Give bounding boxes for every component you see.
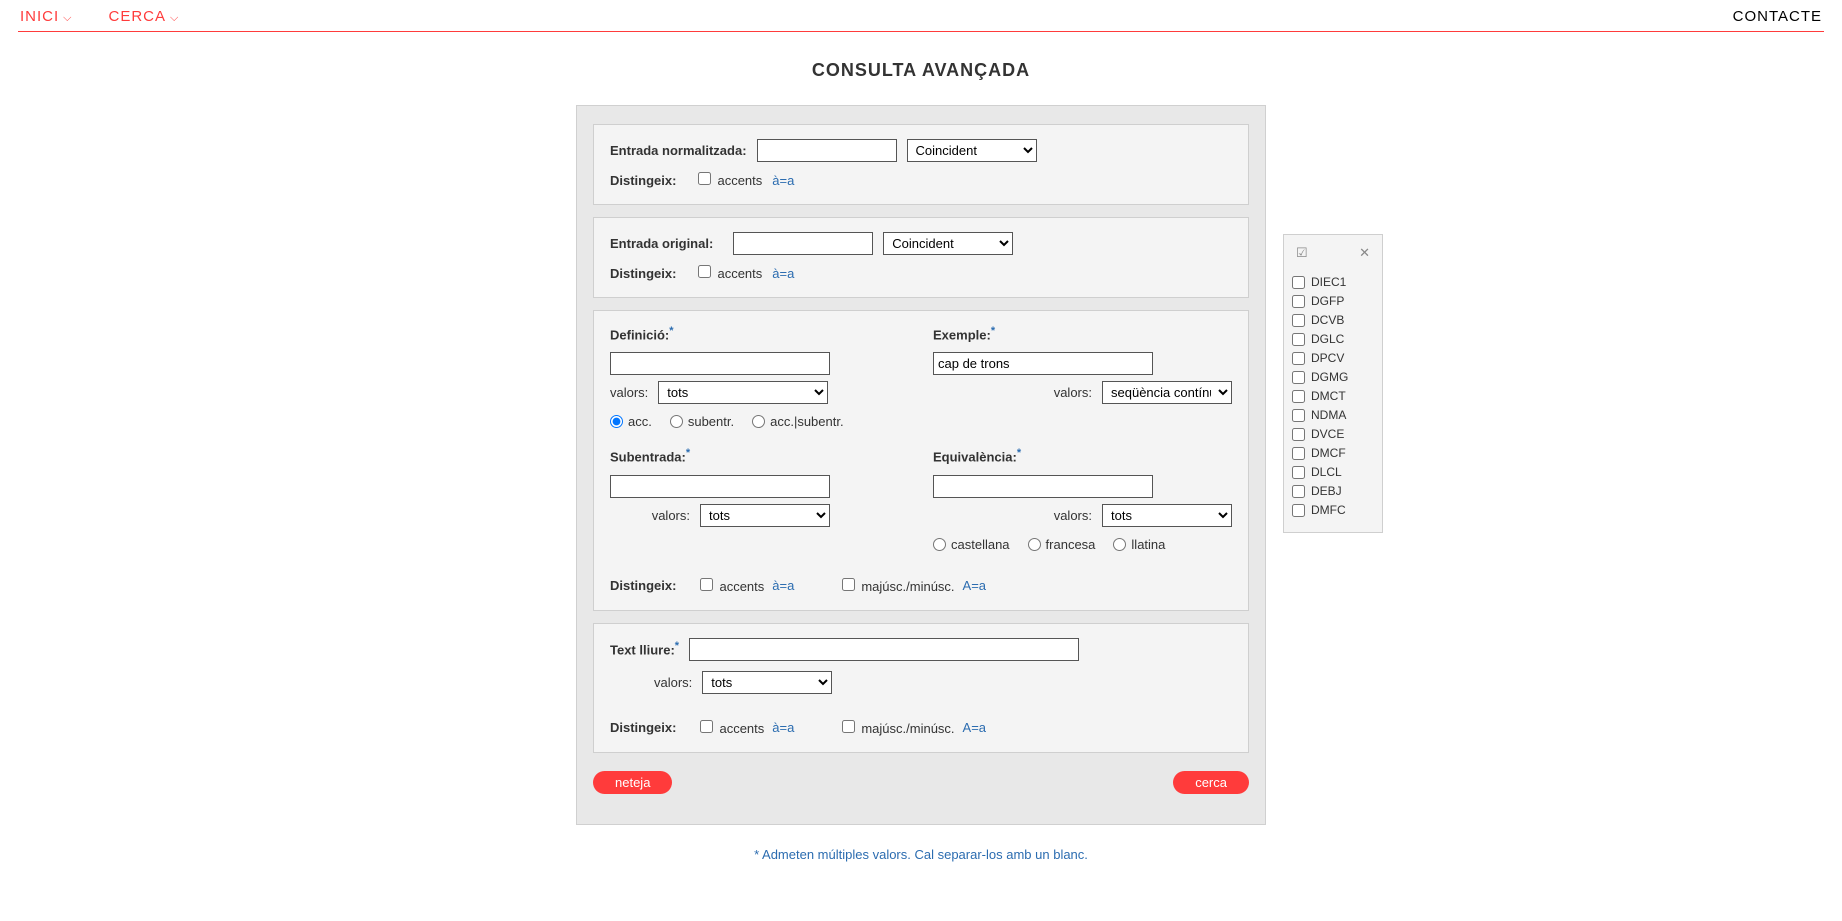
check-all-icon[interactable]: ☑	[1296, 245, 1308, 261]
radio-lang: castellana francesa llatina	[933, 537, 1232, 552]
link-aea-4[interactable]: à=a	[772, 720, 794, 735]
label-valors-tl: valors:	[654, 675, 692, 690]
dict-item-dpcv[interactable]: DPCV	[1292, 351, 1374, 365]
radio-scope: acc. subentr. acc.|subentr.	[610, 414, 909, 429]
dict-item-dlcl[interactable]: DLCL	[1292, 465, 1374, 479]
input-definicio[interactable]	[610, 352, 830, 375]
label-distingeix-1: Distingeix:	[610, 173, 676, 188]
label-entrada-normalitzada: Entrada normalitzada:	[610, 143, 747, 158]
link-aea-1[interactable]: à=a	[772, 173, 794, 188]
input-exemple[interactable]	[933, 352, 1153, 375]
dict-item-dgfp[interactable]: DGFP	[1292, 294, 1374, 308]
label-definicio: Definició:*	[610, 325, 674, 342]
link-Aa-3[interactable]: A=a	[963, 578, 987, 593]
nav-contacte[interactable]: CONTACTE	[1733, 8, 1822, 25]
input-entrada-original[interactable]	[733, 232, 873, 255]
dict-item-dvce[interactable]: DVCE	[1292, 427, 1374, 441]
link-Aa-4[interactable]: A=a	[963, 720, 987, 735]
chevron-down-icon: ⌵	[63, 12, 72, 24]
panel-entrada-original: Entrada original: Coincident Distingeix:…	[593, 217, 1249, 298]
input-subentrada[interactable]	[610, 475, 830, 498]
label-text-lliure: Text lliure:*	[610, 640, 679, 657]
dict-item-dcvb[interactable]: DCVB	[1292, 313, 1374, 327]
button-cerca[interactable]: cerca	[1173, 771, 1249, 794]
label-distingeix-2: Distingeix:	[610, 266, 676, 281]
input-equivalencia[interactable]	[933, 475, 1153, 498]
radio-francesa[interactable]: francesa	[1028, 537, 1096, 552]
dict-item-dgmg[interactable]: DGMG	[1292, 370, 1374, 384]
link-aea-2[interactable]: à=a	[772, 266, 794, 281]
checkbox-accents-2[interactable]: accents	[698, 265, 762, 281]
chevron-down-icon: ⌵	[170, 12, 179, 24]
page-title: CONSULTA AVANÇADA	[0, 60, 1842, 81]
label-exemple: Exemple:*	[933, 325, 995, 342]
dict-item-dmct[interactable]: DMCT	[1292, 389, 1374, 403]
label-subentrada: Subentrada:*	[610, 447, 690, 464]
label-valors-sub: valors:	[652, 508, 690, 523]
label-distingeix-3: Distingeix:	[610, 578, 676, 593]
dict-item-debj[interactable]: DEBJ	[1292, 484, 1374, 498]
select-entrada-original-mode[interactable]: Coincident	[883, 232, 1013, 255]
nav-cerca[interactable]: CERCA⌵	[109, 8, 180, 25]
radio-subentr[interactable]: subentr.	[670, 414, 734, 429]
form-container: Entrada normalitzada: Coincident Disting…	[576, 105, 1266, 825]
radio-acc[interactable]: acc.	[610, 414, 652, 429]
button-neteja[interactable]: neteja	[593, 771, 672, 794]
checkbox-majusc-3[interactable]: majúsc./minúsc.	[842, 578, 954, 594]
label-valors-def: valors:	[610, 385, 648, 400]
footnote: * Admeten múltiples valors. Cal separar-…	[0, 847, 1842, 862]
select-entrada-normalitzada-mode[interactable]: Coincident	[907, 139, 1037, 162]
link-aea-3[interactable]: à=a	[772, 578, 794, 593]
panel-entrada-normalitzada: Entrada normalitzada: Coincident Disting…	[593, 124, 1249, 205]
dict-item-dmcf[interactable]: DMCF	[1292, 446, 1374, 460]
dict-item-dmfc[interactable]: DMFC	[1292, 503, 1374, 517]
label-entrada-original: Entrada original:	[610, 236, 713, 251]
divider	[18, 31, 1824, 32]
dict-item-diec1[interactable]: DIEC1	[1292, 275, 1374, 289]
select-valors-ex[interactable]: seqüència contínua	[1102, 381, 1232, 404]
close-icon[interactable]: ✕	[1359, 245, 1370, 261]
dict-sidebar: ☑ ✕ DIEC1 DGFP DCVB DGLC DPCV DGMG DMCT NDMA DVC…	[1283, 234, 1383, 533]
panel-text-lliure: Text lliure:* valors: tots Distingeix: a…	[593, 623, 1249, 753]
input-entrada-normalitzada[interactable]	[757, 139, 897, 162]
select-valors-tl[interactable]: tots	[702, 671, 832, 694]
nav-inici[interactable]: INICI⌵	[20, 8, 73, 25]
input-text-lliure[interactable]	[689, 638, 1079, 661]
label-valors-eq: valors:	[1054, 508, 1092, 523]
checkbox-accents-4[interactable]: accents	[700, 720, 764, 736]
label-equivalencia: Equivalència:*	[933, 447, 1021, 464]
dict-item-dglc[interactable]: DGLC	[1292, 332, 1374, 346]
checkbox-accents-3[interactable]: accents	[700, 578, 764, 594]
checkbox-accents-1[interactable]: accents	[698, 172, 762, 188]
panel-definicio-exemple: Definició:* valors: tots acc. subentr. a…	[593, 310, 1249, 611]
top-nav: INICI⌵ CERCA⌵ CONTACTE	[0, 0, 1842, 31]
label-distingeix-4: Distingeix:	[610, 720, 676, 735]
label-valors-ex: valors:	[1054, 385, 1092, 400]
select-valors-sub[interactable]: tots	[700, 504, 830, 527]
checkbox-majusc-4[interactable]: majúsc./minúsc.	[842, 720, 954, 736]
radio-llatina[interactable]: llatina	[1113, 537, 1165, 552]
dict-item-ndma[interactable]: NDMA	[1292, 408, 1374, 422]
radio-castellana[interactable]: castellana	[933, 537, 1010, 552]
radio-acc-subentr[interactable]: acc.|subentr.	[752, 414, 843, 429]
select-valors-def[interactable]: tots	[658, 381, 828, 404]
select-valors-eq[interactable]: tots	[1102, 504, 1232, 527]
